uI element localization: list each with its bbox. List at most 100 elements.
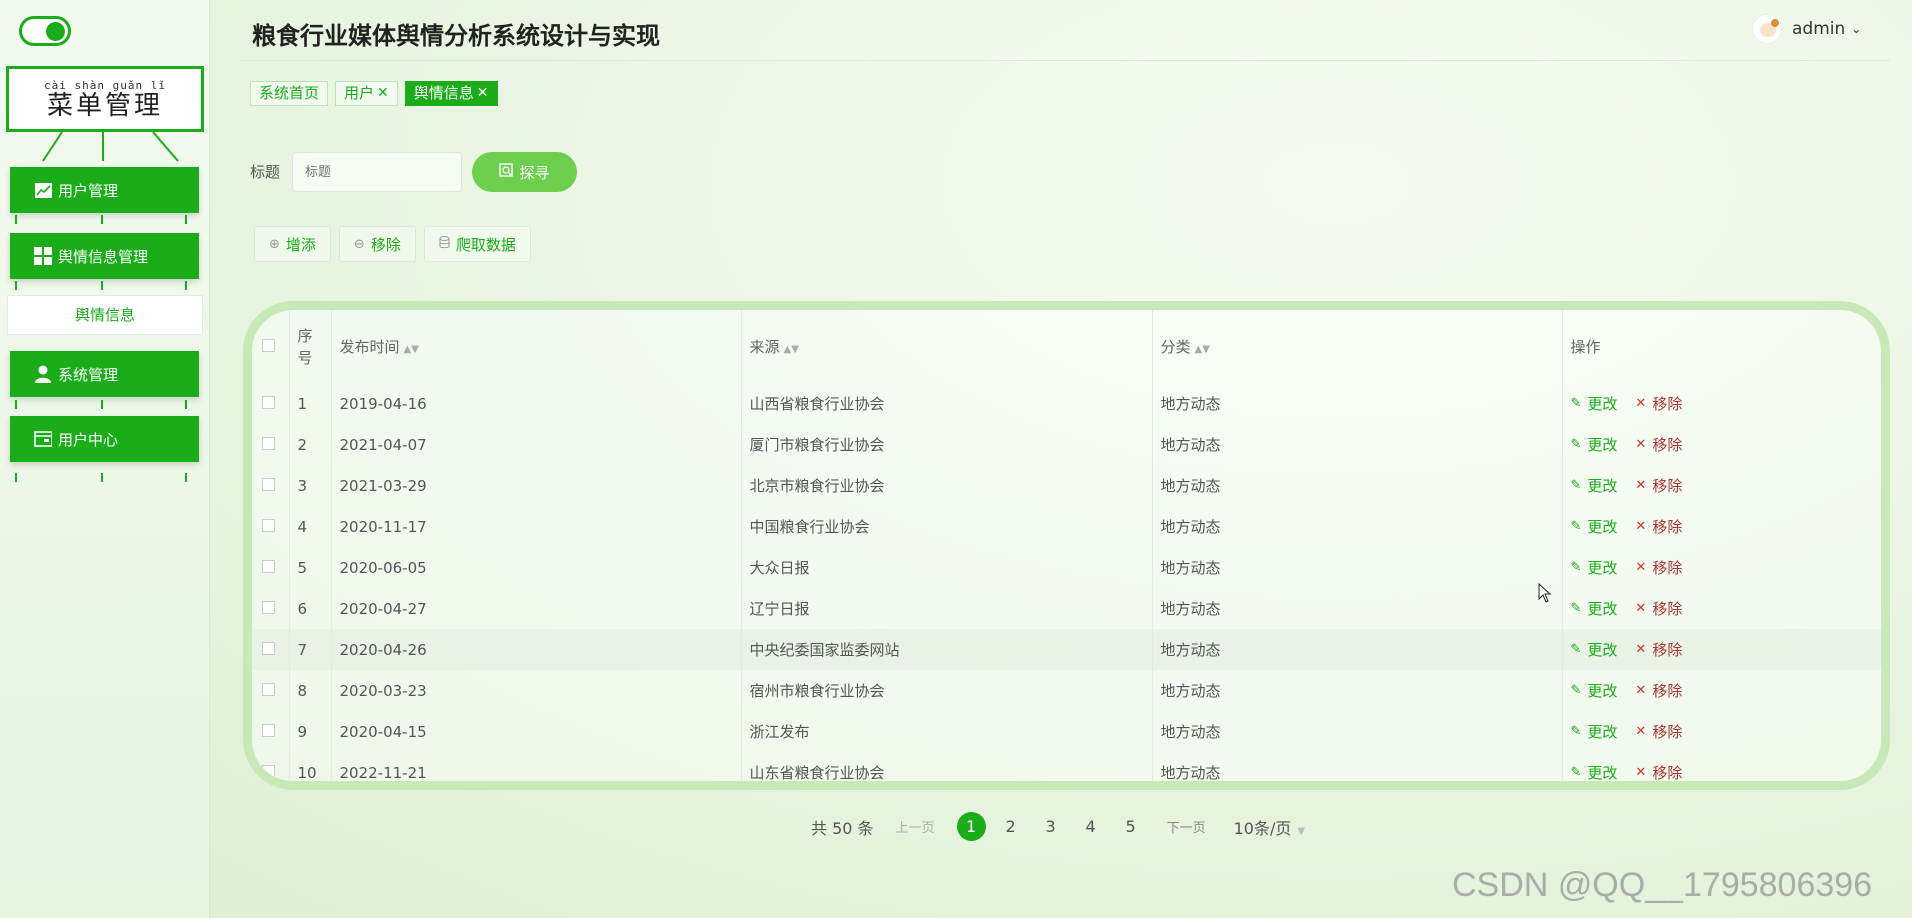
tab-label: 系统首页 [259, 84, 320, 102]
cell-index: 7 [289, 629, 332, 670]
cell-index: 10 [289, 752, 332, 781]
row-checkbox-cell [252, 383, 290, 424]
row-checkbox[interactable] [262, 518, 275, 532]
cell-category: 地方动态 [1152, 506, 1563, 547]
delete-button[interactable]: ✕ 移除 [1635, 557, 1682, 578]
row-checkbox[interactable] [262, 395, 275, 409]
delete-button-label: 移除 [1652, 600, 1683, 618]
table-row[interactable]: 8 2020-03-23 宿州市粮食行业协会 地方动态 ✎ 更改 ✕ 移除 [252, 670, 1881, 711]
edit-button[interactable]: ✎ 更改 [1571, 434, 1618, 455]
cell-ops: ✎ 更改 ✕ 移除 [1562, 547, 1881, 588]
delete-button[interactable]: ✕ 移除 [1635, 434, 1682, 455]
cell-time: 2021-03-29 [331, 465, 742, 506]
table-row[interactable]: 9 2020-04-15 浙江发布 地方动态 ✎ 更改 ✕ 移除 [252, 711, 1881, 752]
sidebar-item-opinion-management[interactable]: 舆情信息管理 [10, 233, 199, 279]
delete-button[interactable]: ✕ 移除 [1635, 598, 1682, 619]
header-source[interactable]: 来源 ▲▼ [741, 310, 1153, 383]
sort-icon[interactable]: ▲▼ [1195, 344, 1210, 355]
delete-button[interactable]: ✕ 移除 [1635, 516, 1682, 537]
edit-button[interactable]: ✎ 更改 [1571, 475, 1618, 496]
crawl-data-button[interactable]: 爬取数据 [423, 226, 531, 262]
page-button[interactable]: 5 [1116, 817, 1146, 836]
username: admin [1792, 19, 1846, 39]
sidebar-item-system-management[interactable]: 系统管理 [10, 351, 199, 397]
delete-button[interactable]: ✕ 移除 [1635, 721, 1682, 742]
table-row[interactable]: 6 2020-04-27 辽宁日报 地方动态 ✎ 更改 ✕ 移除 [252, 588, 1881, 629]
edit-button[interactable]: ✎ 更改 [1571, 680, 1618, 701]
edit-button[interactable]: ✎ 更改 [1571, 393, 1618, 414]
remove-button[interactable]: ⊖ 移除 [338, 226, 416, 262]
close-icon[interactable]: ✕ [377, 82, 389, 105]
add-button-label: 增添 [285, 235, 316, 254]
edit-button[interactable]: ✎ 更改 [1571, 639, 1618, 660]
row-checkbox[interactable] [262, 764, 275, 778]
tab-home[interactable]: 系统首页 [250, 81, 329, 106]
cell-source: 山东省粮食行业协会 [741, 752, 1153, 781]
edit-button[interactable]: ✎ 更改 [1570, 762, 1618, 781]
cell-time: 2020-11-17 [331, 506, 742, 547]
page-button[interactable]: 4 [1076, 817, 1106, 836]
page-button[interactable]: 2 [996, 817, 1026, 836]
delete-button[interactable]: ✕ 移除 [1635, 393, 1682, 414]
row-checkbox[interactable] [262, 723, 275, 737]
row-checkbox[interactable] [262, 477, 275, 491]
menu-ticks [15, 400, 195, 409]
edit-icon: ✎ [1570, 765, 1582, 780]
cell-time: 2019-04-16 [331, 383, 742, 424]
next-page-button[interactable]: 下一页 [1167, 817, 1206, 836]
row-checkbox[interactable] [262, 559, 275, 573]
select-all-checkbox[interactable] [262, 338, 275, 352]
sidebar-item-user-center[interactable]: 用户中心 [10, 416, 199, 462]
page-size-select[interactable]: 10条/页 ▼ [1234, 815, 1305, 839]
delete-button[interactable]: ✕ 移除 [1635, 680, 1682, 701]
table-row[interactable]: 3 2021-03-29 北京市粮食行业协会 地方动态 ✎ 更改 ✕ 移除 [252, 465, 1881, 506]
tab-user[interactable]: 用户 ✕ [335, 81, 398, 106]
table-row[interactable]: 1 2019-04-16 山西省粮食行业协会 地方动态 ✎ 更改 ✕ 移除 [252, 383, 1881, 424]
edit-icon: ✎ [1570, 601, 1582, 616]
sidebar-toggle-switch[interactable] [19, 16, 71, 46]
close-icon: ✕ [1635, 683, 1647, 698]
cell-category: 地方动态 [1152, 465, 1563, 506]
row-checkbox[interactable] [262, 682, 275, 696]
edit-icon: ✎ [1570, 724, 1582, 739]
table-row[interactable]: 5 2020-06-05 大众日报 地方动态 ✎ 更改 ✕ 移除 [252, 547, 1881, 588]
menu-title: 菜单管理 [46, 91, 163, 121]
table-row[interactable]: 4 2020-11-17 中国粮食行业协会 地方动态 ✎ 更改 ✕ 移除 [252, 506, 1881, 547]
search-input[interactable] [292, 152, 462, 192]
sort-icon[interactable]: ▲▼ [784, 344, 799, 355]
header-time[interactable]: 发布时间 ▲▼ [331, 310, 742, 383]
table-row[interactable]: 7 2020-04-26 中央纪委国家监委网站 地方动态 ✎ 更改 ✕ 移除 [252, 629, 1881, 670]
header-category[interactable]: 分类 ▲▼ [1152, 310, 1563, 383]
edit-button[interactable]: ✎ 更改 [1571, 557, 1618, 578]
close-icon[interactable]: ✕ [477, 82, 489, 105]
edit-button[interactable]: ✎ 更改 [1571, 598, 1618, 619]
grid-icon [34, 247, 52, 265]
prev-page-button[interactable]: 上一页 [896, 817, 935, 836]
watermark: CSDN @QQ__1795806396 [1452, 866, 1873, 904]
row-checkbox[interactable] [262, 641, 275, 655]
edit-button-label: 更改 [1587, 518, 1618, 536]
row-checkbox[interactable] [262, 436, 275, 450]
search-button[interactable]: 探寻 [472, 152, 577, 192]
cell-source: 大众日报 [741, 547, 1153, 588]
search-icon [499, 163, 514, 181]
page-button[interactable]: 1 [956, 812, 986, 841]
edit-button[interactable]: ✎ 更改 [1571, 516, 1618, 537]
delete-button[interactable]: ✕ 移除 [1635, 762, 1682, 781]
edit-button[interactable]: ✎ 更改 [1571, 721, 1618, 742]
delete-button[interactable]: ✕ 移除 [1635, 639, 1682, 660]
table-row[interactable]: 10 2022-11-21 山东省粮食行业协会 地方动态 ✎ 更改 ✕ 移除 [252, 752, 1881, 781]
person-icon [34, 365, 52, 383]
add-button[interactable]: ⊕ 增添 [254, 226, 331, 262]
cell-index: 2 [289, 424, 332, 465]
sidebar-item-label: 用户中心 [58, 430, 119, 449]
row-checkbox[interactable] [262, 600, 275, 614]
sidebar-subitem-opinion-info[interactable]: 舆情信息 [7, 295, 203, 335]
sort-icon[interactable]: ▲▼ [404, 344, 419, 355]
user-menu[interactable]: admin ⌄ [1752, 14, 1861, 44]
page-button[interactable]: 3 [1036, 817, 1066, 836]
sidebar-item-user-management[interactable]: 用户管理 [10, 167, 199, 213]
delete-button[interactable]: ✕ 移除 [1635, 475, 1682, 496]
tab-opinion-info[interactable]: 舆情信息 ✕ [404, 81, 498, 106]
table-row[interactable]: 2 2021-04-07 厦门市粮食行业协会 地方动态 ✎ 更改 ✕ 移除 [252, 424, 1881, 465]
